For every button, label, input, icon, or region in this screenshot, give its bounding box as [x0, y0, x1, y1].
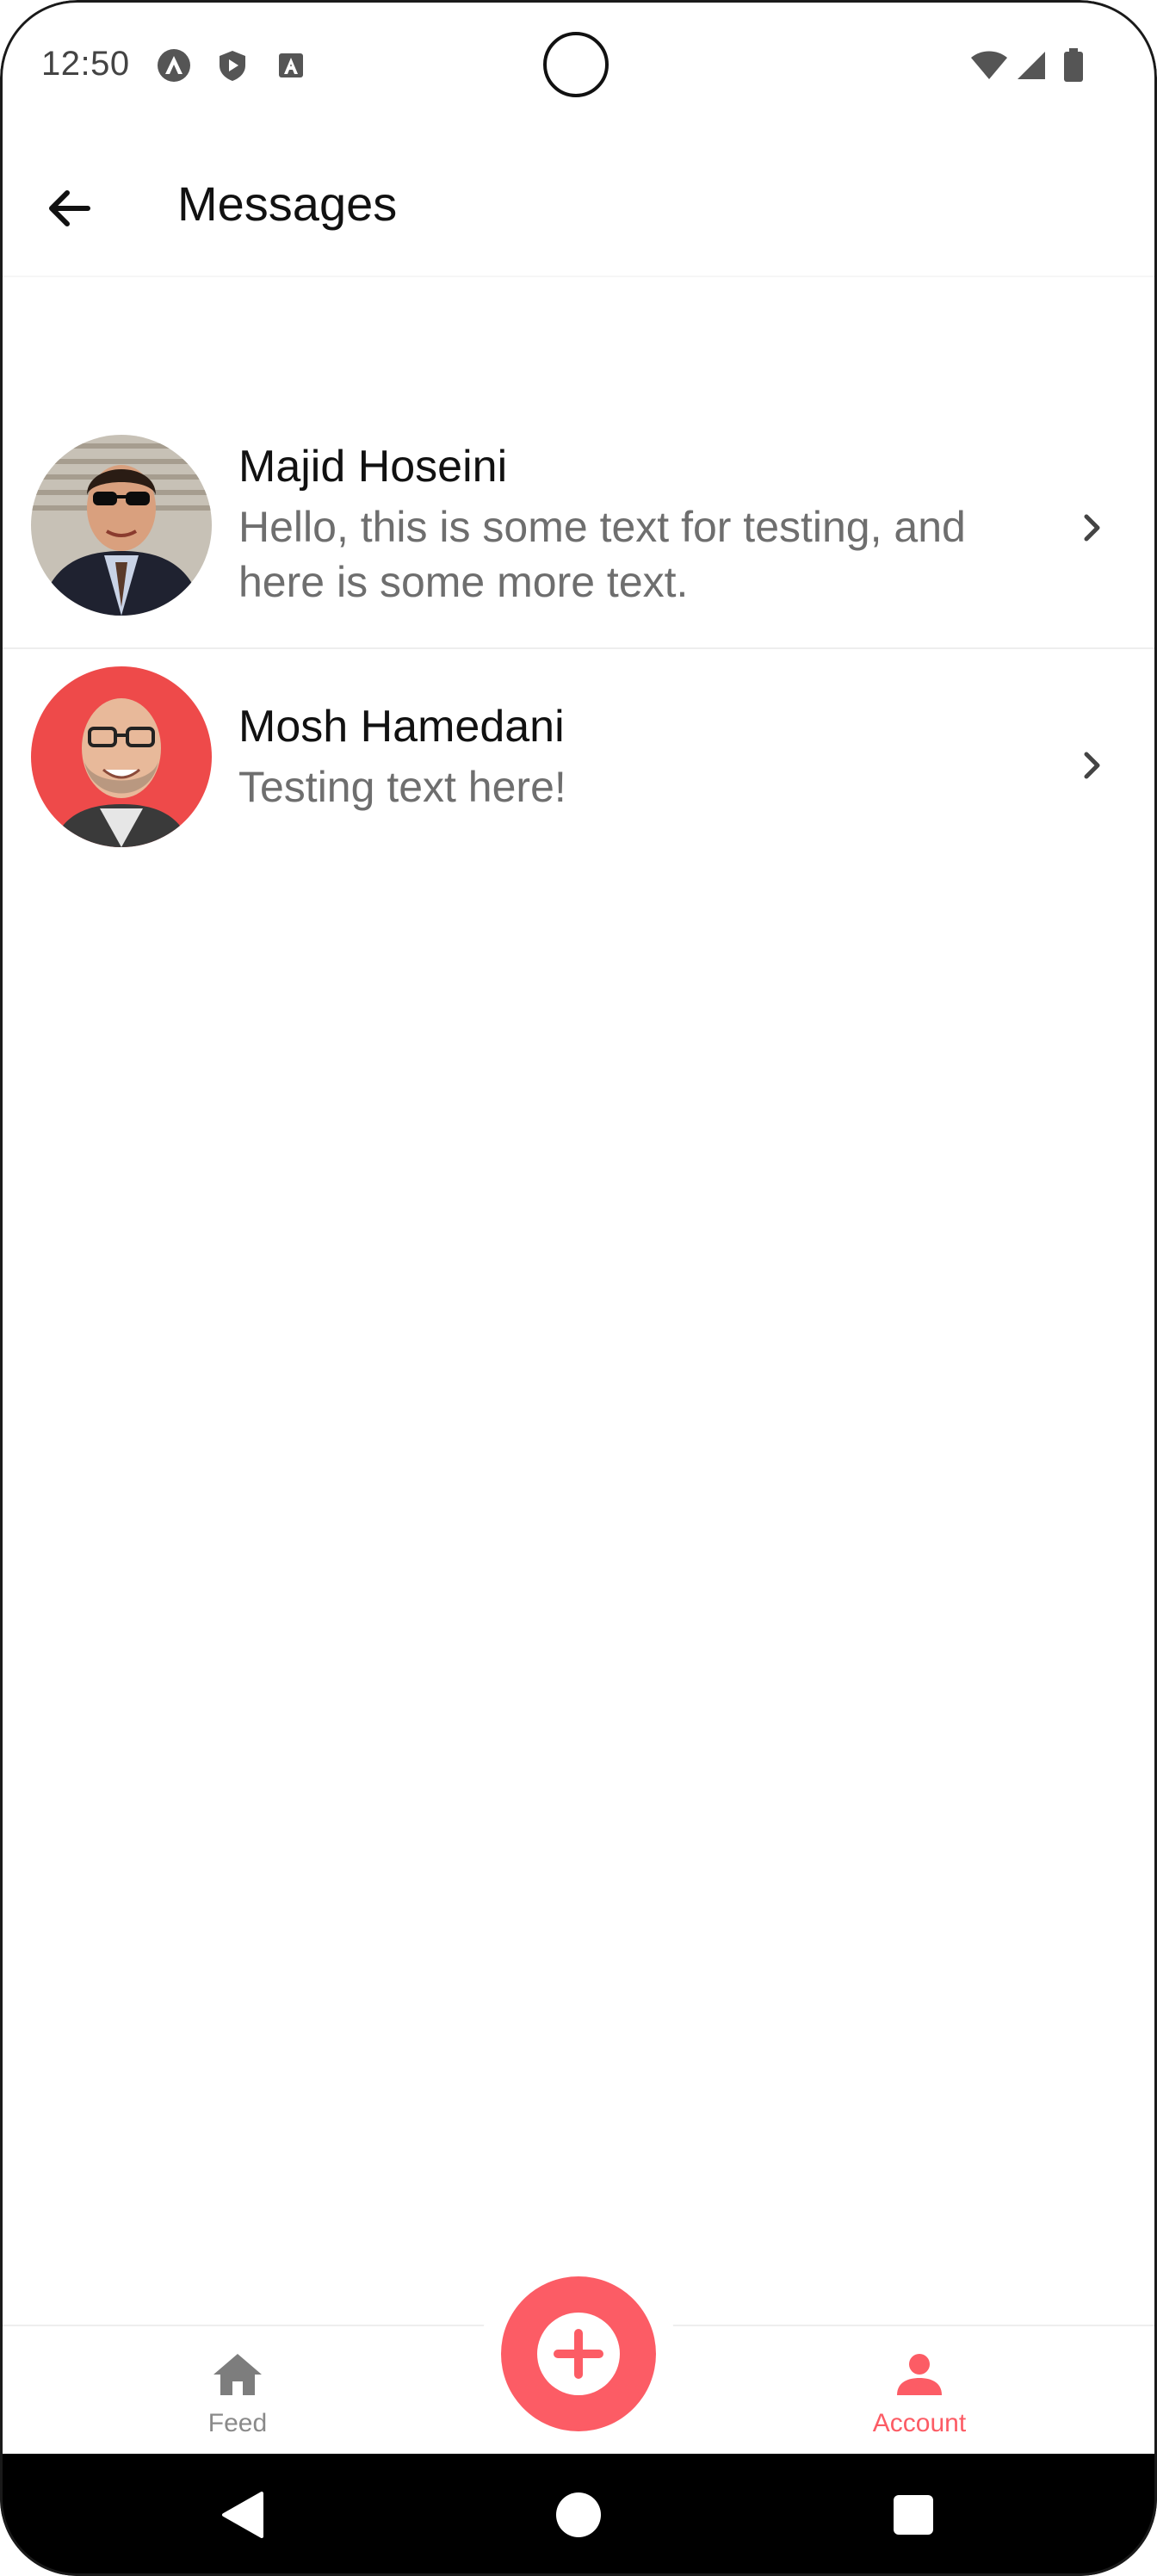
a-badge-icon [279, 53, 303, 77]
tab-account[interactable]: Account [790, 2326, 1049, 2455]
app-screen: 12:50 Messages Majid Hoseini Hello, this… [0, 0, 1157, 2576]
camera-cutout [543, 32, 609, 97]
system-nav-bar [0, 2454, 1157, 2576]
device-frame [0, 0, 1157, 2576]
account-icon [897, 2354, 942, 2395]
cellular-signal-icon [1018, 52, 1045, 79]
play-protect-icon [220, 51, 245, 81]
tab-account-label: Account [872, 2409, 967, 2437]
home-circle-icon[interactable] [548, 2485, 609, 2545]
message-sender-name: Majid Hoseini [238, 442, 508, 492]
recents-square-icon[interactable] [883, 2485, 944, 2545]
add-listing-button[interactable] [501, 2276, 656, 2431]
status-time: 12:50 [41, 45, 130, 83]
message-preview: Hello, this is some text for testing, an… [238, 503, 966, 606]
page-title: Messages [177, 176, 398, 231]
list-item[interactable]: Mosh Hamedani Testing text here! [0, 649, 1157, 873]
home-icon [213, 2354, 262, 2395]
list-item[interactable]: Majid Hoseini Hello, this is some text f… [0, 405, 1157, 649]
chevron-right-icon [1084, 514, 1100, 542]
plus-circle-icon [537, 2313, 620, 2395]
message-list: Majid Hoseini Hello, this is some text f… [0, 405, 1157, 873]
back-arrow-icon[interactable] [34, 174, 103, 243]
back-triangle-icon[interactable] [213, 2485, 274, 2545]
app-header: Messages [0, 146, 1157, 277]
message-sender-name: Mosh Hamedani [238, 702, 565, 752]
tab-feed-label: Feed [207, 2409, 268, 2437]
android-debug-icon [158, 49, 190, 82]
battery-icon [1064, 48, 1083, 82]
status-bar: 12:50 [0, 0, 1157, 129]
avatar [31, 666, 212, 847]
avatar [31, 435, 212, 616]
tab-feed[interactable]: Feed [108, 2326, 367, 2455]
wifi-icon [971, 51, 1007, 79]
message-preview: Testing text here! [238, 763, 566, 811]
chevron-right-icon [1084, 752, 1100, 779]
